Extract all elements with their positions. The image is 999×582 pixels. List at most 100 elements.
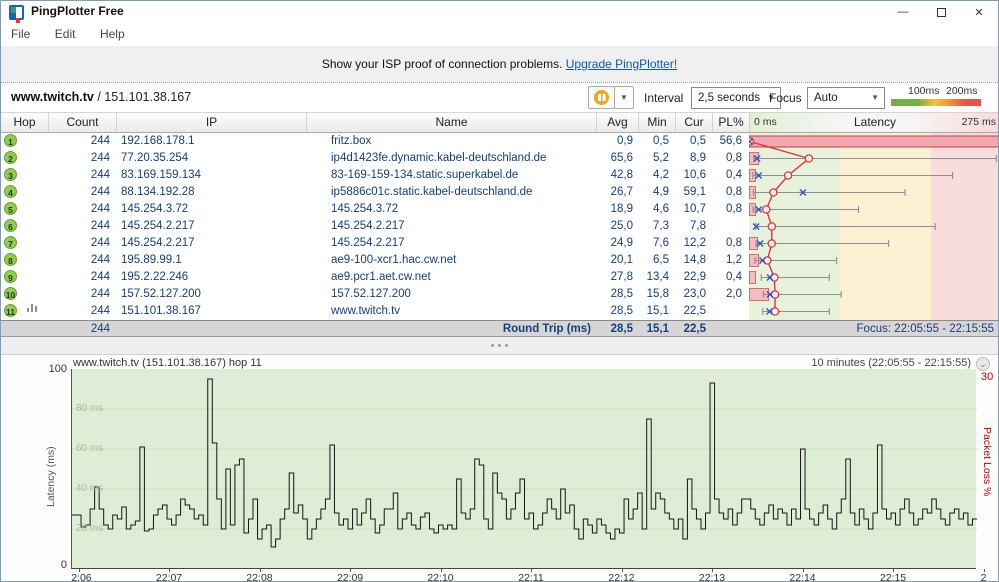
hop-name: 157.52.127.200 (331, 288, 411, 300)
gridline-label: 80 ms (76, 403, 104, 414)
hop-cur: 23,0 (683, 288, 706, 300)
hop-ip: 77.20.35.254 (121, 152, 189, 164)
hop-count: 244 (90, 220, 110, 232)
focus-value: Auto (814, 92, 838, 104)
hop-latency-graph-svg (745, 135, 998, 316)
interval-select[interactable]: 2,5 seconds ▼ (691, 87, 781, 109)
hop-pl: 0,8 (726, 203, 742, 215)
hop-ip: 145.254.2.217 (121, 220, 195, 232)
hop-count: 244 (90, 237, 110, 249)
round-trip-row: 244 Round Trip (ms) 28,5 15,1 22,5 Focus… (1, 320, 998, 337)
header-pl[interactable]: PL% (712, 113, 749, 132)
focus-range-label: Focus: 22:05:55 - 22:15:55 (856, 323, 994, 335)
hop-cur: 14,8 (683, 254, 706, 266)
title-bar: PingPlotter Free — ✕ (1, 1, 998, 23)
hop-ip: 195.89.99.1 (121, 254, 182, 266)
hop-min: 7,3 (653, 220, 669, 232)
hop-ip: 157.52.127.200 (121, 288, 201, 300)
timeline-title: www.twitch.tv (151.101.38.167) hop 11 (73, 357, 262, 369)
hop-count: 244 (90, 169, 110, 181)
x-axis-tick-label: 22:11 (518, 572, 544, 582)
hop-avg: 24,9 (610, 237, 633, 249)
hop-number-badge: 11 (4, 304, 17, 317)
hop-cur: 8,9 (690, 152, 706, 164)
x-axis-tick-label: 22:07 (155, 572, 183, 582)
target-host: www.twitch.tv (11, 90, 94, 104)
x-axis-tick-label: 22:06 (71, 572, 92, 582)
hop-cur: 59,1 (683, 186, 706, 198)
legend-100ms: 100ms (908, 85, 940, 97)
menu-help[interactable]: Help (90, 23, 135, 45)
header-latency[interactable]: 0 ms Latency 275 ms (749, 113, 998, 132)
minimize-button[interactable]: — (884, 1, 922, 23)
hop-name: fritz.box (331, 135, 372, 147)
x-axis-tick-label: 22:12 (608, 572, 635, 582)
hop-avg: 28,5 (610, 288, 633, 300)
hop-avg: 25,0 (610, 220, 633, 232)
header-cur[interactable]: Cur (675, 113, 712, 132)
header-count[interactable]: Count (48, 113, 116, 132)
x-axis-tick-label: 22:13 (698, 572, 726, 582)
target-toolbar: www.twitch.tv / 151.101.38.167 ▼ Interva… (1, 82, 998, 112)
hop-min: 7,6 (653, 237, 669, 249)
focus-select[interactable]: Auto ▼ (807, 87, 885, 109)
header-min[interactable]: Min (638, 113, 675, 132)
panel-splitter-handle[interactable] (1, 337, 998, 354)
header-hop[interactable]: Hop (1, 113, 48, 132)
hop-min: 6,5 (653, 254, 669, 266)
hop-min: 4,9 (653, 186, 669, 198)
menu-edit[interactable]: Edit (45, 23, 86, 45)
hop-avg: 42,8 (610, 169, 633, 181)
hop-number-badge: 3 (4, 168, 17, 181)
hop-avg: 0,9 (617, 135, 633, 147)
timeline-range-dropdown[interactable]: ⌄ (976, 357, 990, 371)
maximize-button[interactable] (922, 1, 960, 23)
y2-axis-label: Packet Loss % (981, 427, 993, 497)
hop-count: 244 (90, 186, 110, 198)
hop-number-badge: 8 (4, 253, 17, 266)
upgrade-link[interactable]: Upgrade PingPlotter! (566, 57, 677, 71)
legend-200ms: 200ms (946, 85, 978, 97)
promo-banner: Show your ISP proof of connection proble… (1, 46, 998, 82)
header-ip[interactable]: IP (116, 113, 306, 132)
latency-legend-gradient (891, 99, 981, 106)
gridline-label: 40 ms (76, 483, 104, 494)
hop-count: 244 (90, 203, 110, 215)
hop-count: 244 (90, 135, 110, 147)
hop-name: 83-169-159-134.static.superkabel.de (331, 169, 519, 181)
round-trip-label: Round Trip (ms) (502, 323, 591, 335)
hop-ip: 192.168.178.1 (121, 135, 195, 147)
hop-cur: 7,8 (690, 220, 706, 232)
hop-avg: 26,7 (610, 186, 633, 198)
timeline-plot[interactable]: 80 ms 60 ms 40 ms 20 ms (71, 369, 977, 569)
hop-name: 145.254.2.217 (331, 237, 405, 249)
close-button[interactable]: ✕ (960, 1, 998, 23)
menu-file[interactable]: File (1, 23, 40, 45)
hop-name: www.twitch.tv (331, 305, 401, 317)
round-trip-min: 15,1 (646, 323, 669, 335)
header-name[interactable]: Name (306, 113, 596, 132)
x-axis-tick-label: 22:14 (789, 572, 816, 582)
hop-min: 15,8 (646, 288, 669, 300)
x-axis-tick-label: 22:10 (427, 572, 454, 582)
app-icon (9, 5, 24, 20)
hop-count: 244 (90, 288, 110, 300)
hop-min: 4,2 (653, 169, 669, 181)
hop-pl: 2,0 (726, 288, 742, 300)
hop-min: 4,6 (653, 203, 669, 215)
hop-avg: 18,9 (610, 203, 633, 215)
hop-number-badge: 4 (4, 185, 17, 198)
hop-count: 244 (90, 271, 110, 283)
hop-pl: 0,4 (726, 169, 742, 181)
header-avg[interactable]: Avg (596, 113, 638, 132)
hop-name: ae9-100-xcr1.hac.cw.net (331, 254, 457, 266)
hop-cur: 10,6 (683, 169, 706, 181)
pause-dropdown-button[interactable]: ▼ (614, 86, 634, 109)
pause-button[interactable] (588, 86, 615, 109)
x-axis-tick-label: 22:09 (336, 572, 364, 582)
hop-ip: 145.254.2.217 (121, 237, 195, 249)
hop-min: 15,1 (646, 305, 669, 317)
hop-name: ae9.pcr1.aet.cw.net (331, 271, 431, 283)
hop-count: 244 (90, 152, 110, 164)
hop-ip: 88.134.192.28 (121, 186, 195, 198)
